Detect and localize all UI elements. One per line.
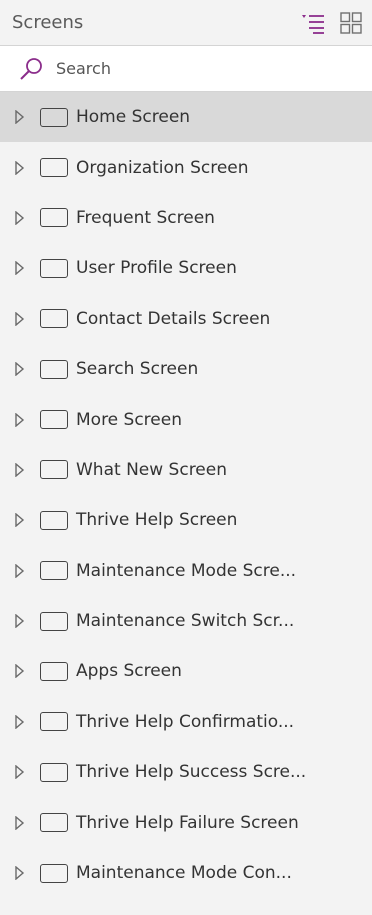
screen-icon	[40, 258, 68, 278]
screen-label: Thrive Help Success Scre...	[76, 762, 307, 783]
screen-icon	[40, 813, 68, 833]
screen-icon	[40, 158, 68, 178]
screen-item-what-new[interactable]: What New Screen	[0, 445, 372, 495]
screens-panel: Screens Search Home Screen Organization …	[0, 0, 372, 915]
screen-icon	[40, 561, 68, 581]
screen-icon	[40, 712, 68, 732]
expand-arrow-icon[interactable]	[11, 511, 29, 529]
expand-arrow-icon[interactable]	[11, 411, 29, 429]
screen-icon	[40, 208, 68, 228]
screen-item-search[interactable]: Search Screen	[0, 344, 372, 394]
expand-arrow-icon[interactable]	[11, 108, 29, 126]
search-input[interactable]	[56, 59, 372, 78]
screen-item-thrive-help-success[interactable]: Thrive Help Success Scre...	[0, 747, 372, 797]
expand-arrow-icon[interactable]	[11, 864, 29, 882]
screen-label: Contact Details Screen	[76, 308, 271, 329]
expand-arrow-icon[interactable]	[11, 360, 29, 378]
screen-icon	[40, 611, 68, 631]
screen-icon	[40, 359, 68, 379]
screen-item-thrive-help[interactable]: Thrive Help Screen	[0, 495, 372, 545]
screen-item-user-profile[interactable]: User Profile Screen	[0, 243, 372, 293]
screen-label: Maintenance Switch Scr...	[76, 611, 295, 632]
screen-item-thrive-help-confirmation[interactable]: Thrive Help Confirmatio...	[0, 697, 372, 747]
screen-item-maintenance-mode[interactable]: Maintenance Mode Scre...	[0, 546, 372, 596]
screen-icon	[40, 460, 68, 480]
screen-item-organization[interactable]: Organization Screen	[0, 142, 372, 192]
expand-arrow-icon[interactable]	[11, 259, 29, 277]
screen-item-frequent[interactable]: Frequent Screen	[0, 193, 372, 243]
screen-icon	[40, 863, 68, 883]
search-bar	[0, 46, 372, 92]
panel-title: Screens	[12, 12, 84, 33]
expand-arrow-icon[interactable]	[11, 159, 29, 177]
screen-label: Thrive Help Confirmatio...	[76, 711, 295, 732]
expand-arrow-icon[interactable]	[11, 763, 29, 781]
expand-arrow-icon[interactable]	[11, 662, 29, 680]
screen-label: Maintenance Mode Con...	[76, 863, 292, 884]
screen-item-more[interactable]: More Screen	[0, 394, 372, 444]
search-icon	[18, 56, 44, 82]
screen-label: What New Screen	[76, 459, 227, 480]
screen-label: Apps Screen	[76, 661, 182, 682]
screen-label: Organization Screen	[76, 157, 249, 178]
expand-arrow-icon[interactable]	[11, 461, 29, 479]
screen-label: Thrive Help Screen	[76, 510, 238, 531]
expand-arrow-icon[interactable]	[11, 713, 29, 731]
screen-item-contact-details[interactable]: Contact Details Screen	[0, 294, 372, 344]
expand-arrow-icon[interactable]	[11, 814, 29, 832]
screen-label: Maintenance Mode Scre...	[76, 560, 297, 581]
screen-icon	[40, 410, 68, 430]
screen-icon	[40, 762, 68, 782]
screen-item-maintenance-switch[interactable]: Maintenance Switch Scr...	[0, 596, 372, 646]
screen-item-thrive-help-failure[interactable]: Thrive Help Failure Screen	[0, 797, 372, 847]
screen-item-maintenance-mode-con[interactable]: Maintenance Mode Con...	[0, 848, 372, 898]
expand-arrow-icon[interactable]	[11, 209, 29, 227]
tree-list-icon[interactable]	[298, 8, 328, 38]
panel-header: Screens	[0, 0, 372, 46]
screen-label: User Profile Screen	[76, 258, 237, 279]
expand-arrow-icon[interactable]	[11, 310, 29, 328]
screen-item-home[interactable]: Home Screen	[0, 92, 372, 143]
screen-label: Home Screen	[76, 107, 191, 128]
screen-icon	[40, 510, 68, 530]
screen-label: Search Screen	[76, 359, 199, 380]
screen-item-apps[interactable]: Apps Screen	[0, 646, 372, 696]
expand-arrow-icon[interactable]	[11, 612, 29, 630]
screen-icon	[40, 107, 68, 127]
grid-view-icon[interactable]	[336, 8, 366, 38]
screen-label: More Screen	[76, 409, 182, 430]
screen-list: Home Screen Organization Screen Frequent…	[0, 92, 372, 898]
screen-icon	[40, 661, 68, 681]
screen-label: Frequent Screen	[76, 207, 215, 228]
expand-arrow-icon[interactable]	[11, 562, 29, 580]
screen-label: Thrive Help Failure Screen	[76, 812, 299, 833]
screen-icon	[40, 309, 68, 329]
